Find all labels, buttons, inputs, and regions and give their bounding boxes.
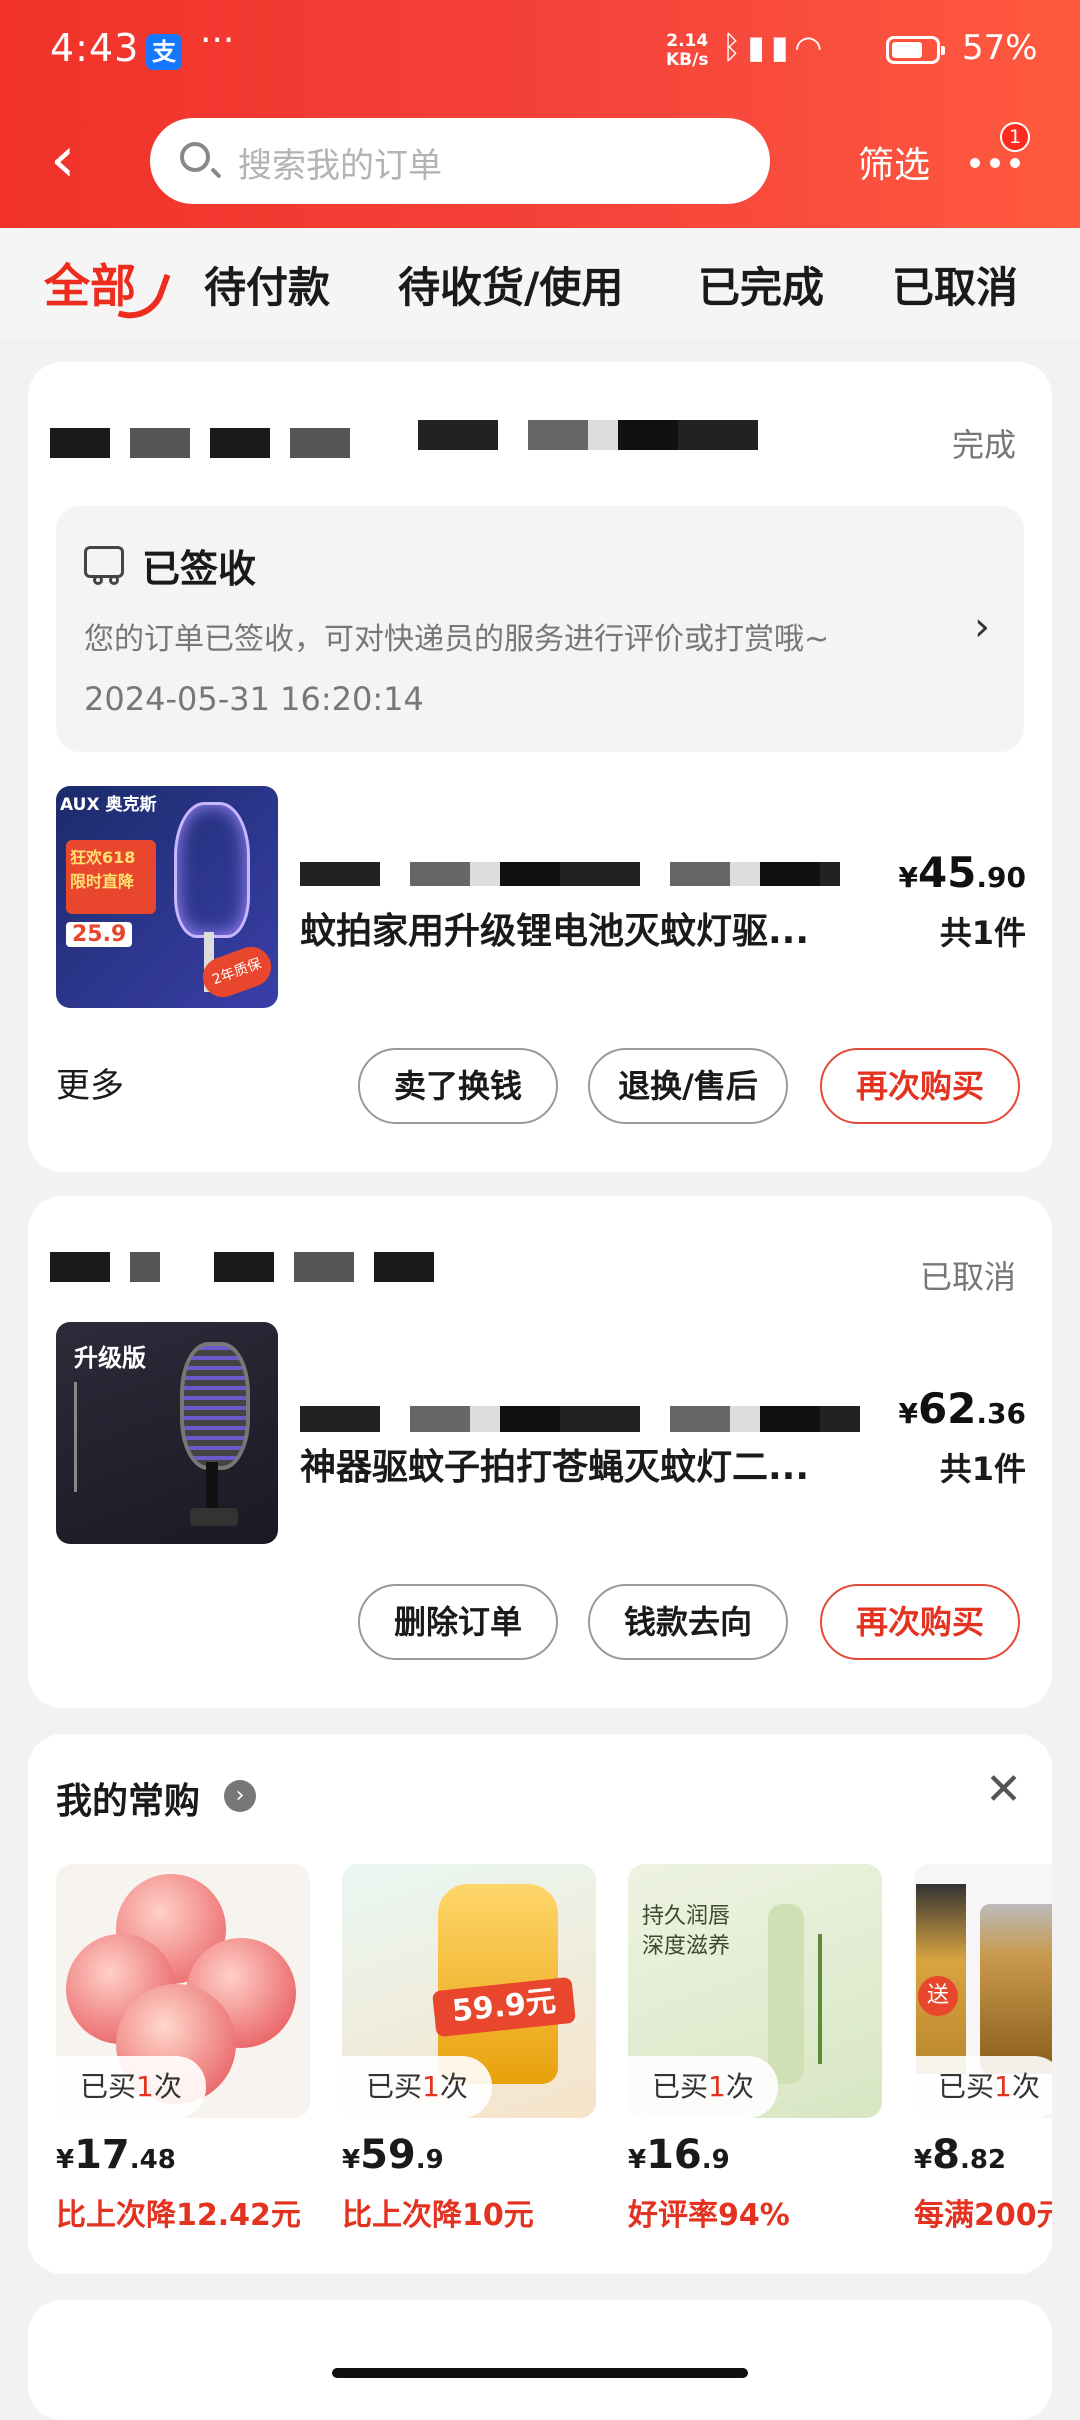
swatter-handle [206,1462,218,1512]
price-drop-note: 比上次降10元 [342,2198,534,2233]
swatter-base [190,1508,238,1526]
more-actions-link[interactable]: 更多 [56,1058,124,1107]
brand-logo-text: AUX 奥克斯 [60,795,157,815]
battery-icon [886,36,945,64]
refund-tracking-button[interactable]: 钱款去向 [588,1584,788,1660]
search-input[interactable]: 搜索我的订单 [150,118,770,204]
redacted-shop-name [50,1252,160,1282]
home-indicator[interactable] [332,2368,748,2378]
frequent-purchases-card: 我的常购 › ✕ 已买1次 ¥17.48 比上次降12.42元 59.9元 已买… [28,1734,1052,2274]
order-card[interactable]: 已取消 升级版 神器驱蚊子拍打苍蝇灭蚊灯二... ¥62.36 共1件 删除订单… [28,1196,1052,1708]
filter-button[interactable]: 筛选 [858,136,930,188]
tab-pending-delivery[interactable]: 待收货/使用 [398,254,623,315]
status-time: 4:43 [50,26,140,70]
more-notifications-icon: ··· [200,20,235,61]
close-icon[interactable]: ✕ [985,1764,1022,1815]
product-qty: 共1件 [939,1450,1026,1488]
frequent-item[interactable]: 已买1次 ¥17.48 比上次降12.42元 [56,1864,310,2264]
tab-pending-payment[interactable]: 待付款 [204,254,330,315]
bought-count-tag: 已买1次 [628,2056,778,2118]
product-thumbnail[interactable]: AUX 奥克斯 狂欢618 限时直降 25.9 2年质保 [56,786,278,1008]
delete-order-button[interactable]: 删除订单 [358,1584,558,1660]
next-card-peek [28,2300,1052,2420]
section-title: 我的常购 [56,1781,201,1822]
redacted-shop-name [214,1252,434,1282]
product-price: ¥45.90 [898,848,1026,897]
truck-icon [84,546,124,585]
order-card[interactable]: 完成 已签收 您的订单已签收，可对快递员的服务进行评价或打赏哦~ 2024-05… [28,362,1052,1172]
net-speed: 2.14 KB/s [666,31,709,70]
search-placeholder: 搜索我的订单 [238,146,442,186]
item-price: ¥8.82 [914,2132,1006,2178]
sell-for-cash-button[interactable]: 卖了换钱 [358,1048,558,1124]
back-button[interactable]: ‹ [50,124,94,196]
frequent-item[interactable]: 59.9元 已买1次 ¥59.9 比上次降10元 [342,1864,596,2264]
logistics-panel[interactable]: 已签收 您的订单已签收，可对快递员的服务进行评价或打赏哦~ 2024-05-31… [56,506,1024,752]
product-title[interactable]: 神器驱蚊子拍打苍蝇灭蚊灯二... [300,1438,840,1490]
message-badge: 1 [1000,122,1030,152]
promo-price: 25.9 [66,922,133,947]
chevron-right-icon: › [974,604,990,650]
buy-again-button[interactable]: 再次购买 [820,1048,1020,1124]
header: 4:43 支 ··· 2.14 KB/s ᛒ▮▮◠ 57% ‹ 搜索我的订单 筛… [0,0,1080,228]
frequent-item[interactable]: 持久润唇 深度滋养 已买1次 ¥16.9 好评率94% [628,1864,882,2264]
buy-again-button[interactable]: 再次购买 [820,1584,1020,1660]
battery-percent: 57% [962,28,1038,68]
info-icon[interactable]: › [224,1780,256,1812]
product-title[interactable]: 蚊拍家用升级锂电池灭蚊灯驱... [300,902,840,954]
product-qty: 共1件 [939,914,1026,952]
frequent-item[interactable]: 送 已买1次 ¥8.82 每满200元 [914,1864,1052,2264]
logistics-title: 已签收 [142,547,257,591]
bought-count-tag: 已买1次 [342,2056,492,2118]
bought-count-tag: 已买1次 [56,2056,206,2118]
item-price: ¥16.9 [628,2132,730,2178]
product-price: ¥62.36 [898,1384,1026,1433]
swatter-image [180,1342,250,1470]
search-icon [180,142,210,172]
order-status: 完成 [951,426,1016,464]
rating-note: 好评率94% [628,2198,790,2233]
logistics-time: 2024-05-31 16:20:14 [84,680,424,718]
item-price: ¥17.48 [56,2132,176,2178]
back-arrow-icon: ‹ [50,123,76,197]
bluetooth-icon: ᛒ [722,28,748,66]
bought-count-tag: 已买1次 [914,2056,1052,2118]
feature-list [74,1382,147,1492]
order-status: 已取消 [919,1258,1016,1296]
item-price: ¥59.9 [342,2132,444,2178]
product-thumbnail[interactable]: 升级版 [56,1322,278,1544]
logistics-desc: 您的订单已签收，可对快递员的服务进行评价或打赏哦~ [84,622,830,657]
tab-completed[interactable]: 已完成 [698,254,824,315]
wifi-icon: ◠ [794,28,829,66]
redacted-shop-name [418,420,788,450]
redacted-shop-name [50,428,350,458]
promo-badge: 狂欢618 限时直降 [66,840,156,914]
redacted-title-part [300,862,840,886]
return-aftersale-button[interactable]: 退换/售后 [588,1048,788,1124]
redacted-title-part [300,1406,860,1432]
swatter-image [174,802,250,938]
promo-note: 每满200元 [914,2198,1052,2233]
tab-cancelled[interactable]: 已取消 [892,254,1018,315]
alipay-icon: 支 [146,34,182,70]
signal-icons: ᛒ▮▮◠ [722,28,828,66]
status-bar: 4:43 支 ··· 2.14 KB/s ᛒ▮▮◠ 57% [0,0,1080,104]
signal-icon: ▮▮ [747,28,795,66]
upgrade-badge: 升级版 [74,1344,146,1372]
price-drop-note: 比上次降12.42元 [56,2198,301,2233]
